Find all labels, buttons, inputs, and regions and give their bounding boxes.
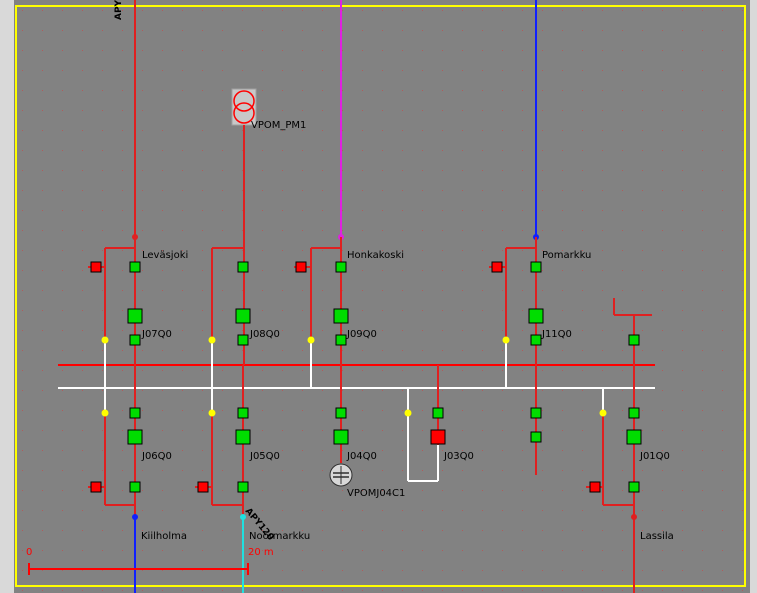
disconnector-j03-bus[interactable] [432,407,444,419]
label-transformer: VPOM_PM1 [251,120,306,131]
scale-end-label: 20 m [248,547,274,558]
node-j06 [101,409,109,417]
label-honkakoski: Honkakoski [347,250,404,261]
breaker-j01[interactable] [626,429,642,445]
disconnector-j01-top[interactable] [628,334,640,346]
label-bay-j05: J05Q0 [249,451,280,462]
disconnector-j11-top[interactable] [530,261,542,273]
disconnector-j11-lower-bus[interactable] [530,407,542,419]
label-kiilholma: Kiilholma [141,531,187,542]
earthing-switch-j01[interactable] [589,481,601,493]
node-j05 [208,409,216,417]
earthing-switch-j06[interactable] [90,481,102,493]
node-j01 [599,409,607,417]
disconnector-j06-bus[interactable] [129,407,141,419]
label-bay-j04: J04Q0 [346,451,377,462]
label-capacitor: VPOMJ04C1 [347,488,405,499]
label-bay-j08: J08Q0 [249,329,280,340]
earthing-switch-j11[interactable] [491,261,503,273]
label-bay-j09: J09Q0 [346,329,377,340]
label-noormarkku: Noormarkku [249,531,310,542]
breaker-j07[interactable] [127,308,143,324]
earthing-switch-j09[interactable] [295,261,307,273]
label-apy-top: APY [114,0,124,20]
disconnector-j01-bus[interactable] [628,407,640,419]
disconnector-j06-line[interactable] [129,481,141,493]
label-lassila: Lassila [640,531,674,542]
substation-single-line-diagram: APY Leväsjoki J07Q0 VPOM_PM1 J08Q0 Honka… [0,0,757,593]
disconnector-j05-bus[interactable] [237,407,249,419]
node-j08 [208,336,216,344]
disconnector-j08-top[interactable] [237,261,249,273]
label-pomarkku: Pomarkku [542,250,591,261]
disconnector-j04-bus[interactable] [335,407,347,419]
disconnector-j11-lower-line[interactable] [530,431,542,443]
breaker-j09[interactable] [333,308,349,324]
disconnector-j01-line[interactable] [628,481,640,493]
diagram-canvas: APY Leväsjoki J07Q0 VPOM_PM1 J08Q0 Honka… [0,0,757,593]
breaker-j08[interactable] [235,308,251,324]
earthing-switch-j07[interactable] [90,261,102,273]
disconnector-j08-bus[interactable] [237,334,249,346]
disconnector-j07-bus[interactable] [129,334,141,346]
scale-start-label: 0 [26,547,32,558]
label-bay-j06: J06Q0 [141,451,172,462]
breaker-j06[interactable] [127,429,143,445]
disconnector-j07-top[interactable] [129,261,141,273]
node-j03 [404,409,412,417]
label-bay-j07: J07Q0 [141,329,172,340]
breaker-j11[interactable] [528,308,544,324]
disconnector-j09-bus[interactable] [335,334,347,346]
breaker-j04[interactable] [333,429,349,445]
breaker-j03-open[interactable] [430,429,446,445]
node-j09 [307,336,315,344]
disconnector-j09-top[interactable] [335,261,347,273]
disconnector-j11-bus[interactable] [530,334,542,346]
disconnector-j05-line[interactable] [237,481,249,493]
node-j07 [101,336,109,344]
label-leavasjoki: Leväsjoki [142,250,188,261]
earthing-switch-j05[interactable] [197,481,209,493]
label-bay-j03: J03Q0 [443,451,474,462]
node-j11 [502,336,510,344]
breaker-j05[interactable] [235,429,251,445]
label-bay-j01: J01Q0 [639,451,670,462]
label-bay-j11: J11Q0 [541,329,572,340]
